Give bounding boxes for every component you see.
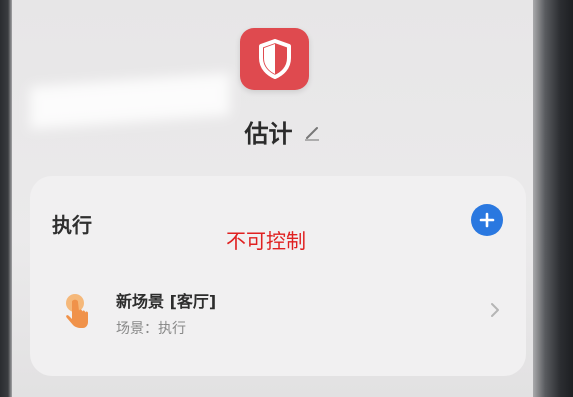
scene-name: 新场景 [客厅] xyxy=(116,292,217,311)
phone-screen: 估计 执行 新场景 [客厅] 场景：执行 xyxy=(12,0,533,397)
section-title: 执行 xyxy=(52,213,92,237)
shield-icon xyxy=(240,28,309,90)
scene-subtitle: 场景：执行 xyxy=(116,321,186,337)
add-button[interactable] xyxy=(471,204,503,236)
annotation-note: 不可控制 xyxy=(226,229,306,253)
plus-icon xyxy=(479,212,495,228)
hand-tap-icon xyxy=(60,292,92,332)
page-title: 估计 xyxy=(244,120,293,148)
pencil-icon[interactable] xyxy=(303,123,321,141)
chevron-right-icon xyxy=(488,302,502,318)
scene-list-item[interactable]: 新场景 [客厅] 场景：执行 xyxy=(30,268,526,348)
